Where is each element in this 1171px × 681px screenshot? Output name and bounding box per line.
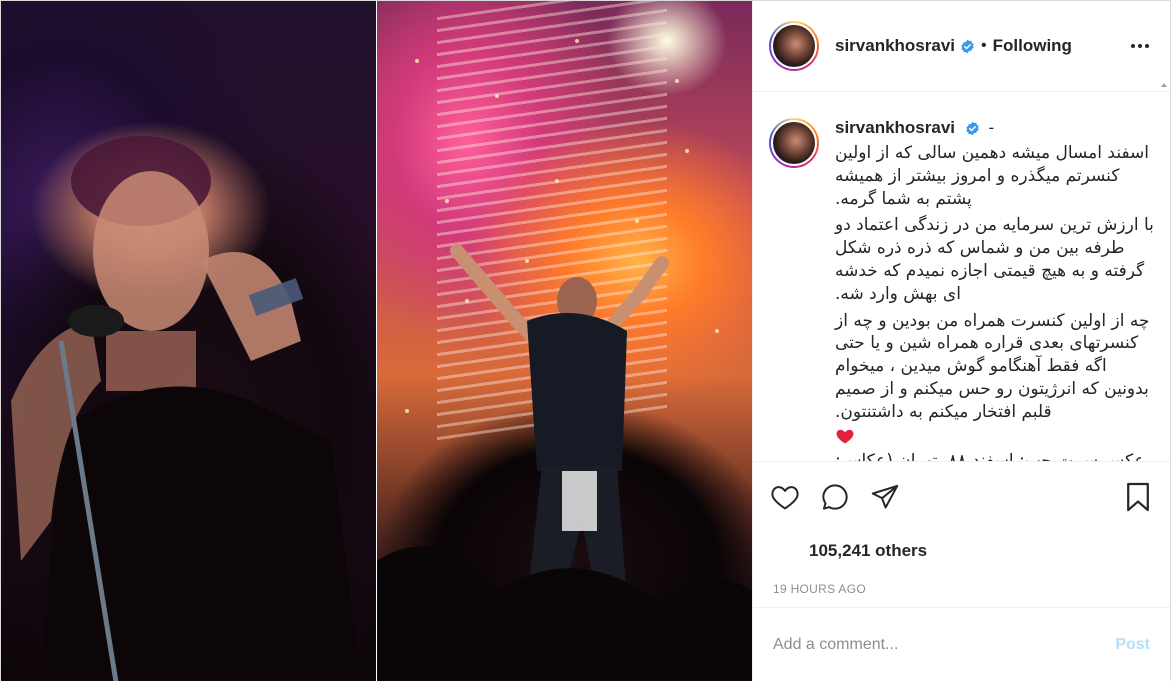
post-comment-button[interactable]: Post <box>1115 636 1150 654</box>
likes-text[interactable]: 105,241 others <box>809 541 927 561</box>
post-media[interactable] <box>1 1 752 681</box>
comment-input[interactable] <box>773 636 1116 654</box>
heart-outline-icon[interactable] <box>769 481 801 513</box>
singer-silhouette-left <box>11 136 361 681</box>
comment-form: Post <box>753 607 1170 681</box>
header-separator: • <box>981 37 987 54</box>
caption-paragraph-3: چه از اولین کنسرت همراه من بودین و چه از… <box>829 310 1150 422</box>
more-horizontal-icon[interactable] <box>1126 32 1154 60</box>
caption-body: sirvankhosravi - اسفند امسال میشه دهمین … <box>835 118 1154 461</box>
caption-header: sirvankhosravi - <box>835 118 1154 138</box>
caption-paragraph-1: اسفند امسال میشه دهمین سالی که از اولین … <box>829 143 1150 209</box>
concert-photo-left <box>1 1 376 681</box>
scrollbar-arrow[interactable] <box>1160 76 1168 96</box>
paper-plane-icon[interactable] <box>869 481 901 513</box>
post-header: sirvankhosravi • Following <box>753 1 1170 92</box>
singer-silhouette-right <box>377 39 752 681</box>
verified-badge-icon <box>965 121 980 136</box>
post-timestamp[interactable]: 19 HOURS AGO <box>753 571 1170 607</box>
caption-avatar[interactable] <box>769 118 819 168</box>
caption-paragraph-4: عکس سمت چپ: اسفند ۸۸، تهران (عکاس: بابک … <box>835 450 1145 461</box>
caption-username[interactable]: sirvankhosravi <box>835 118 955 137</box>
action-bar <box>753 461 1170 531</box>
header-username[interactable]: sirvankhosravi <box>835 36 955 56</box>
post-sidebar: sirvankhosravi • Following sirvankhosrav… <box>752 1 1170 681</box>
instagram-post: sirvankhosravi • Following sirvankhosrav… <box>0 0 1171 681</box>
caption-dash: - <box>988 118 995 137</box>
bookmark-icon[interactable] <box>1122 481 1154 513</box>
likes-count[interactable]: 105,241 others <box>753 531 1170 571</box>
avatar[interactable] <box>769 21 819 71</box>
red-heart-emoji-icon <box>835 426 855 446</box>
concert-photo-right <box>377 1 752 681</box>
following-button[interactable]: Following <box>993 36 1072 56</box>
comment-bubble-icon[interactable] <box>819 481 851 513</box>
comments-section[interactable]: sirvankhosravi - اسفند امسال میشه دهمین … <box>753 92 1170 461</box>
verified-badge-icon <box>960 39 975 54</box>
caption-paragraph-2: با ارزش ترین سرمایه من در زندگی اعتماد د… <box>829 215 1154 304</box>
caption: sirvankhosravi - اسفند امسال میشه دهمین … <box>769 118 1154 461</box>
